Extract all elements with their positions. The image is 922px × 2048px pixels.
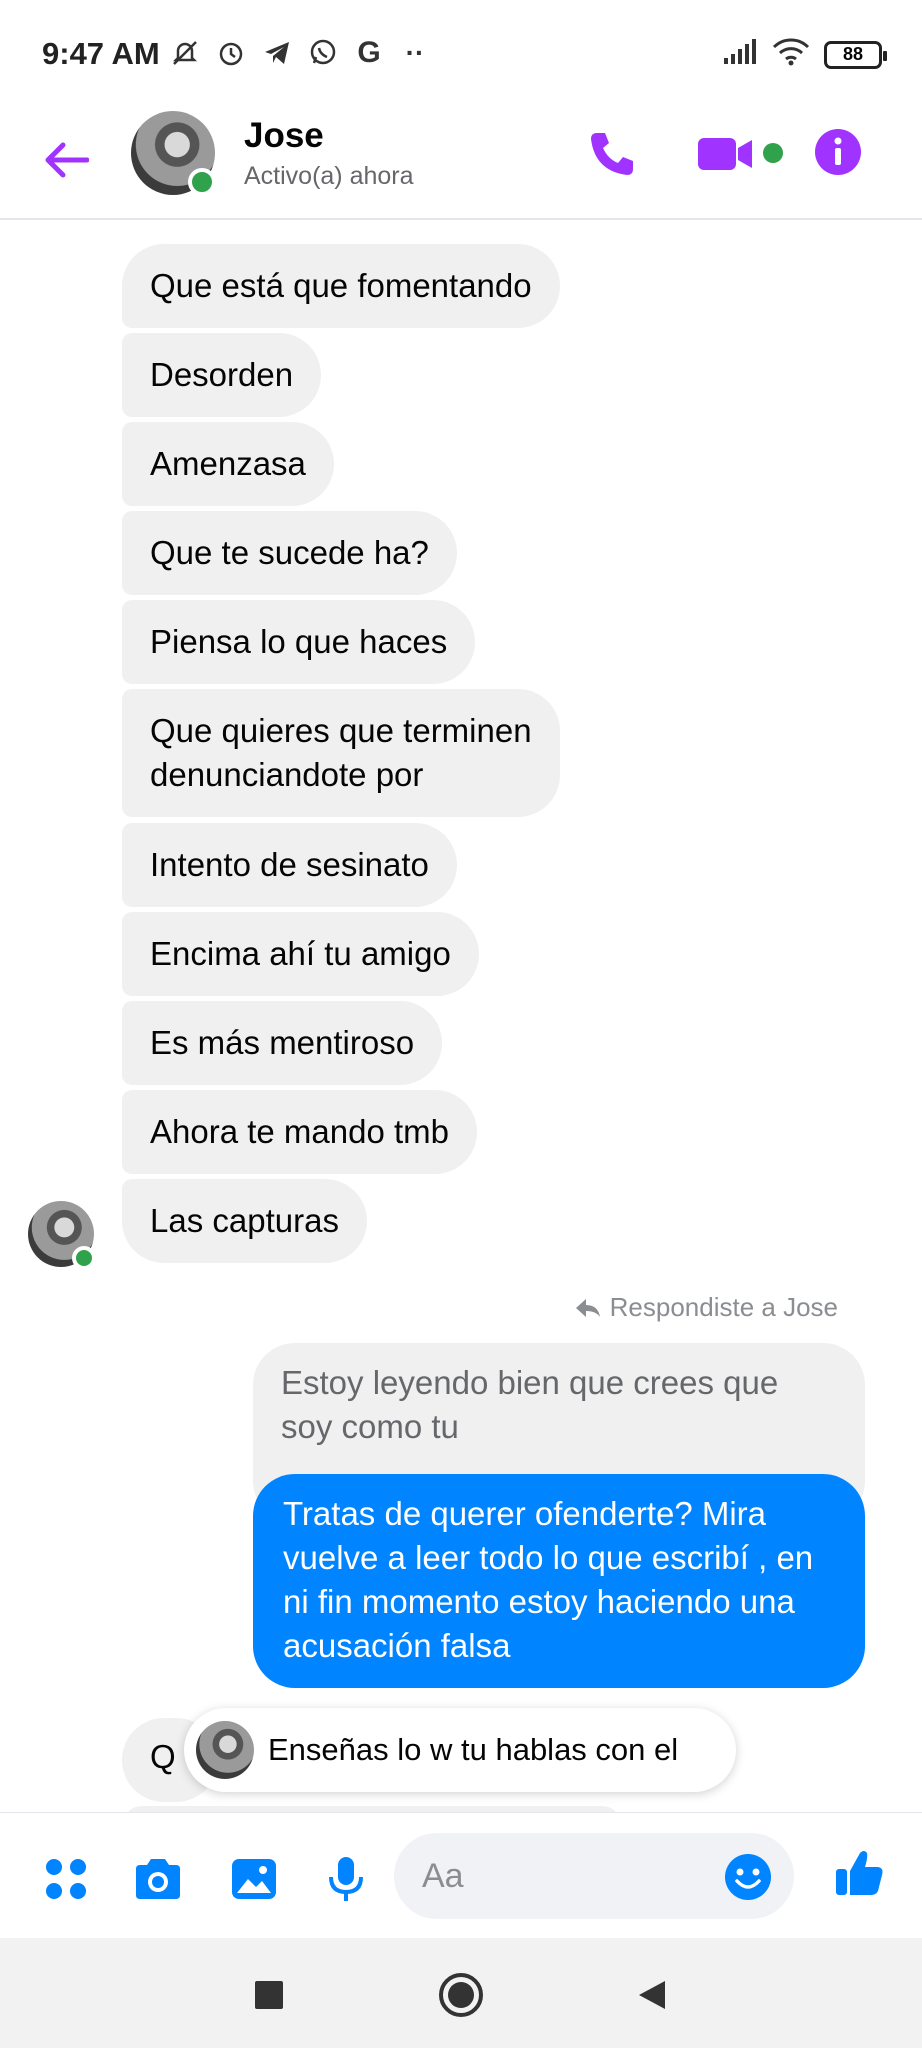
received-message[interactable]: Que quieres que terminen denunciandote p… xyxy=(122,689,560,817)
received-message[interactable]: Piensa lo que haces xyxy=(122,600,476,684)
gallery-button[interactable] xyxy=(228,1853,280,1905)
notification-text: Enseñas lo w tu hablas con el xyxy=(268,1732,679,1767)
contact-status: Activo(a) ahora xyxy=(244,162,414,190)
phone-icon xyxy=(591,133,633,175)
camera-icon xyxy=(136,1859,180,1899)
received-message[interactable]: Intento de sesinato xyxy=(122,823,457,907)
received-message[interactable]: Las capturas xyxy=(122,1179,367,1263)
home-button[interactable] xyxy=(436,1970,486,2020)
received-message[interactable]: Que te sucede ha? xyxy=(122,511,457,595)
google-icon: G xyxy=(357,36,381,69)
square-icon xyxy=(255,1981,283,2009)
apps-button[interactable] xyxy=(40,1853,92,1905)
microphone-icon xyxy=(329,1857,363,1901)
back-arrow-icon xyxy=(45,142,89,178)
sender-online-indicator xyxy=(72,1246,96,1270)
status-bar: 9:47 AM G ·· 88 xyxy=(0,0,922,110)
mute-bell-icon xyxy=(168,36,202,70)
received-message[interactable]: Encima ahí tu amigo xyxy=(122,912,479,996)
system-icons: 88 xyxy=(722,38,887,71)
contact-name[interactable]: Jose xyxy=(244,116,324,156)
battery-indicator: 88 xyxy=(824,40,887,69)
more-dots-icon: ·· xyxy=(405,37,425,68)
message-input-wrapper[interactable] xyxy=(394,1833,794,1919)
camera-button[interactable] xyxy=(132,1853,184,1905)
thumbs-up-icon xyxy=(836,1851,883,1895)
online-indicator xyxy=(188,168,216,196)
received-message[interactable]: Que está que fomentando xyxy=(122,244,560,328)
message-composer xyxy=(0,1812,922,1938)
info-icon xyxy=(815,129,861,175)
four-dots-icon xyxy=(46,1859,86,1899)
recents-button[interactable] xyxy=(244,1970,294,2020)
received-message[interactable]: Desorden xyxy=(122,333,322,417)
voice-message-button[interactable] xyxy=(320,1853,372,1905)
new-message-notification[interactable]: Enseñas lo w tu hablas con el xyxy=(184,1708,736,1792)
reply-indicator: Respondiste a Jose xyxy=(574,1292,838,1323)
system-navigation-bar xyxy=(0,1938,922,2048)
status-time: 9:47 AM xyxy=(42,36,160,71)
received-message[interactable]: Amenzasa xyxy=(122,422,334,506)
back-nav-button[interactable] xyxy=(626,1970,676,2020)
notification-avatar xyxy=(196,1721,254,1779)
alarm-icon xyxy=(214,36,248,70)
notification-icons: G ·· xyxy=(168,36,432,70)
emoji-button[interactable] xyxy=(724,1853,772,1901)
telegram-icon xyxy=(260,36,294,70)
sent-message[interactable]: Tratas de querer ofenderte? Mira vuelve … xyxy=(253,1474,865,1688)
received-message[interactable]: Ahora te mando tmb xyxy=(122,1090,477,1174)
voice-call-button[interactable] xyxy=(582,128,642,180)
image-icon xyxy=(232,1859,276,1899)
triangle-back-icon xyxy=(639,1981,665,2009)
video-call-button[interactable] xyxy=(694,130,758,178)
reply-arrow-icon xyxy=(575,1298,600,1317)
signal-icon xyxy=(722,38,758,71)
wifi-icon xyxy=(772,38,810,71)
whatsapp-icon xyxy=(306,36,340,70)
like-button[interactable] xyxy=(834,1847,886,1899)
reply-note-text: Respondiste a Jose xyxy=(609,1292,838,1322)
video-active-dot xyxy=(763,143,783,163)
circle-icon xyxy=(439,1973,483,2017)
info-button[interactable] xyxy=(814,128,862,176)
video-camera-icon xyxy=(698,138,752,170)
back-button[interactable] xyxy=(38,132,94,188)
received-message[interactable]: Es más mentiroso xyxy=(122,1001,443,1085)
smiley-icon xyxy=(725,1854,771,1900)
message-input[interactable] xyxy=(422,1833,702,1919)
